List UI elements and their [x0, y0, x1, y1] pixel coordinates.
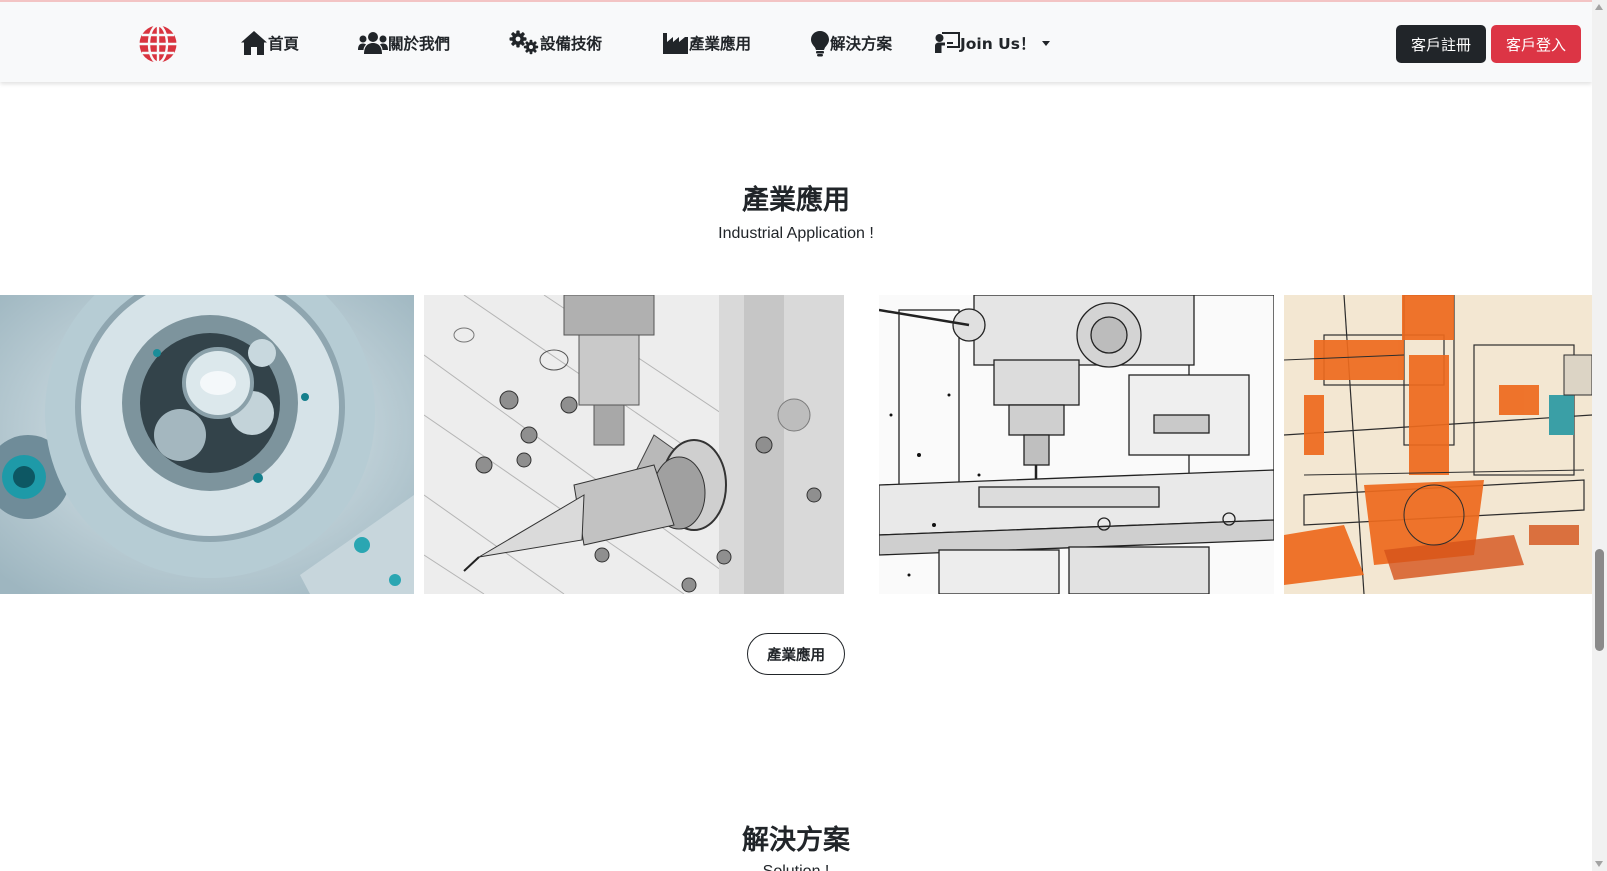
scroll-up-arrow-icon[interactable]: [1595, 4, 1603, 10]
page-scrollbar[interactable]: [1592, 0, 1607, 871]
gallery-image-cnc[interactable]: [879, 295, 1274, 594]
industry-icon: [663, 33, 688, 54]
solution-section-title: 解決方案: [742, 825, 850, 856]
gears-icon: [509, 30, 539, 55]
users-icon: [358, 32, 388, 54]
chevron-down-icon: [1042, 40, 1051, 46]
industry-section-title: 產業應用: [742, 185, 850, 216]
nav-solution-label: 解決方案: [830, 35, 893, 53]
cnc-machine-sketch-image: [879, 295, 1274, 594]
nav-tech[interactable]: 設備技術: [509, 28, 602, 58]
solution-section-subtitle: Solution !: [0, 863, 1592, 871]
register-button[interactable]: 客戶註冊: [1396, 25, 1486, 63]
home-icon: [241, 31, 267, 55]
lightbulb-icon: [811, 30, 829, 56]
navbar: 首頁 關於我們 設備技術 產業應用 解決方案 Join Us！ 客戶註冊 客戶登…: [0, 0, 1592, 82]
nav-about[interactable]: 關於我們: [358, 28, 450, 58]
globe-logo-icon[interactable]: [138, 24, 178, 64]
login-button[interactable]: 客戶登入: [1491, 25, 1581, 63]
nav-home[interactable]: 首頁: [240, 28, 299, 58]
gallery-image-orange-machine[interactable]: [1284, 295, 1592, 594]
chalkboard-teacher-icon: [935, 32, 960, 53]
nav-join-label: Join Us！: [960, 35, 1036, 53]
nav-home-label: 首頁: [268, 35, 300, 53]
industry-section-subtitle: Industrial Application !: [718, 225, 874, 242]
gallery-image-watch[interactable]: [0, 295, 414, 594]
drill-sketch-image: [424, 295, 844, 594]
gallery-image-drill[interactable]: [424, 295, 844, 594]
scrollbar-thumb[interactable]: [1595, 549, 1604, 651]
nav-industry-label: 產業應用: [689, 35, 752, 53]
nav-join-dropdown[interactable]: Join Us！: [934, 28, 1051, 58]
nav-tech-label: 設備技術: [540, 35, 603, 53]
orange-machine-sketch-image: [1284, 295, 1592, 594]
nav-industry[interactable]: 產業應用: [662, 28, 751, 58]
watch-mechanism-image: [0, 295, 414, 594]
nav-about-label: 關於我們: [388, 35, 451, 53]
scroll-down-arrow-icon[interactable]: [1595, 861, 1603, 867]
nav-solution[interactable]: 解決方案: [810, 28, 892, 58]
industry-more-button[interactable]: 產業應用: [747, 633, 845, 675]
